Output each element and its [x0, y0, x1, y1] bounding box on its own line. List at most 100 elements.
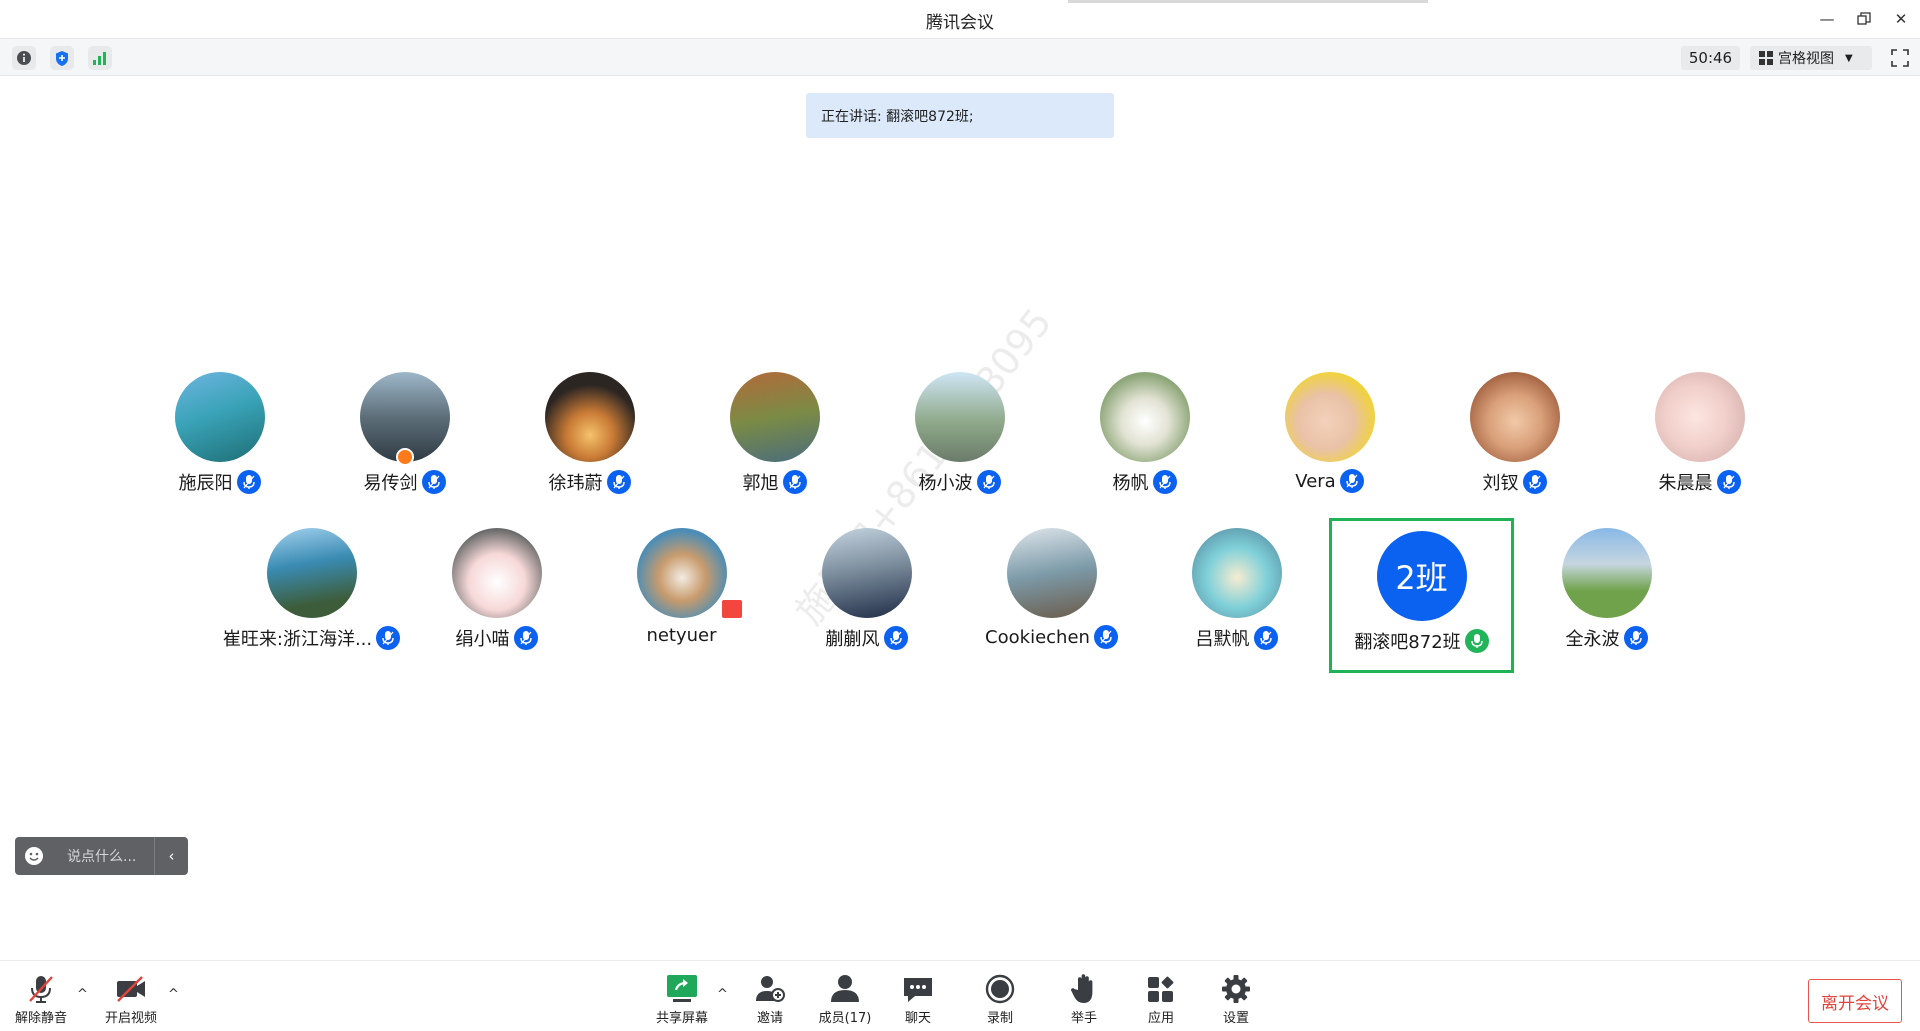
participant-tile[interactable]: 杨帆: [1052, 362, 1237, 517]
restore-icon[interactable]: [1847, 6, 1881, 32]
chevron-down-icon: ▼: [1845, 52, 1853, 64]
gear-icon: [1222, 975, 1250, 1003]
raise-hand-button[interactable]: 举手: [1044, 973, 1124, 1029]
title-bar: 腾讯会议 — ✕: [0, 0, 1920, 38]
avatar: [451, 528, 542, 618]
participant-name: 吕默帆: [1195, 629, 1250, 650]
invite-label: 邀请: [756, 1011, 783, 1026]
participant-name-row: 施辰阳: [127, 469, 312, 495]
participant-name: 崔旺来:浙江海洋...: [222, 629, 373, 650]
participant-tile[interactable]: 杨小波: [867, 362, 1052, 517]
shield-icon[interactable]: [50, 46, 74, 70]
participant-tile[interactable]: Cookiechen: [959, 518, 1144, 673]
share-screen-button[interactable]: 共享屏幕: [642, 973, 722, 1029]
unmute-button[interactable]: 解除静音: [1, 973, 81, 1029]
device-status-icon: [720, 598, 744, 620]
participant-tile[interactable]: netyuer: [589, 518, 774, 673]
collapse-chevron-icon[interactable]: ‹: [154, 837, 188, 875]
avatar: [636, 528, 727, 618]
mic-muted-icon: [782, 470, 807, 494]
bottom-control-bar: 解除静音 ^ 开启视频 ^ 共享屏幕 ^ 邀请 成员(17) 聊天 录制 举手 …: [0, 960, 1920, 1031]
settings-label: 设置: [1222, 1011, 1249, 1026]
mic-muted-icon: [421, 470, 446, 494]
signal-icon[interactable]: [88, 46, 112, 70]
participant-name: 朱晨晨: [1658, 473, 1713, 494]
participant-tile[interactable]: 蒯蒯风: [774, 518, 959, 673]
chat-placeholder[interactable]: 说点什么...: [53, 846, 154, 866]
participant-tile[interactable]: 2班 翻滚吧872班: [1329, 518, 1514, 673]
participant-tile[interactable]: 徐玮蔚: [497, 362, 682, 517]
mic-active-icon: [1464, 629, 1489, 653]
settings-button[interactable]: 设置: [1196, 973, 1276, 1029]
participant-name: 刘钗: [1482, 473, 1519, 494]
mic-muted-icon: [1093, 625, 1118, 649]
participant-name-row: 郭旭: [682, 469, 867, 495]
emoji-icon[interactable]: [15, 846, 53, 866]
leave-meeting-button[interactable]: 离开会议: [1808, 979, 1902, 1023]
avatar: [1561, 528, 1652, 618]
avatar: [1006, 528, 1097, 618]
avatar: [544, 372, 635, 462]
members-icon: [831, 975, 859, 1002]
participant-name: 绢小喵: [455, 629, 510, 650]
minimize-icon[interactable]: —: [1810, 6, 1844, 32]
participant-name-row: 蒯蒯风: [774, 625, 959, 651]
video-options-caret-icon[interactable]: ^: [168, 987, 182, 1002]
participant-name-row: 徐玮蔚: [497, 469, 682, 495]
record-icon: [985, 974, 1015, 1004]
participant-tile[interactable]: 全永波: [1514, 518, 1699, 673]
invite-icon: [756, 976, 785, 1002]
chat-input-box[interactable]: 说点什么... ‹: [15, 837, 188, 875]
chat-label: 聊天: [904, 1011, 931, 1026]
mic-muted-icon: [1623, 626, 1648, 650]
participant-tile[interactable]: Vera: [1237, 362, 1422, 517]
avatar: [174, 372, 265, 462]
record-label: 录制: [986, 1011, 1013, 1026]
record-button[interactable]: 录制: [960, 973, 1040, 1029]
participant-tile[interactable]: 绢小喵: [404, 518, 589, 673]
grid-view-icon: [1759, 51, 1773, 65]
participant-name-row: 朱晨晨: [1607, 469, 1792, 495]
mic-muted-icon: [976, 470, 1001, 494]
apps-button[interactable]: 应用: [1121, 973, 1201, 1029]
mic-muted-icon: [606, 470, 631, 494]
fullscreen-icon[interactable]: [1888, 46, 1912, 70]
meeting-toolbar: 50:46 宫格视图 ▼: [0, 38, 1920, 76]
window-title: 腾讯会议: [926, 13, 994, 33]
participant-name-row: 杨帆: [1052, 469, 1237, 495]
participant-tile[interactable]: 易传剑: [312, 362, 497, 517]
participant-name: 杨帆: [1112, 473, 1149, 494]
view-mode-dropdown[interactable]: 宫格视图 ▼: [1750, 46, 1872, 70]
participant-name-row: Cookiechen: [959, 625, 1144, 649]
participant-tile[interactable]: 郭旭: [682, 362, 867, 517]
invite-button[interactable]: 邀请: [730, 973, 810, 1029]
mic-muted-icon: [1522, 470, 1547, 494]
participant-name-row: 翻滚吧872班: [1332, 628, 1511, 654]
participant-tile[interactable]: 朱晨晨: [1607, 362, 1792, 517]
participant-tile[interactable]: 吕默帆: [1144, 518, 1329, 673]
participant-tile[interactable]: 刘钗: [1422, 362, 1607, 517]
mic-muted-icon: [1716, 470, 1741, 494]
mic-muted-icon: [513, 626, 538, 650]
participant-name: 施辰阳: [178, 473, 233, 494]
share-options-caret-icon[interactable]: ^: [717, 987, 731, 1002]
apps-icon: [1148, 976, 1174, 1002]
participant-name-row: 全永波: [1514, 625, 1699, 651]
start-video-button[interactable]: 开启视频: [91, 973, 171, 1029]
raise-hand-icon: [1071, 974, 1093, 1003]
avatar: [1099, 372, 1190, 462]
participant-tile[interactable]: 崔旺来:浙江海洋...: [219, 518, 404, 673]
close-icon[interactable]: ✕: [1884, 6, 1918, 32]
chat-button[interactable]: 聊天: [878, 973, 958, 1029]
avatar: [1654, 372, 1745, 462]
participant-name: netyuer: [646, 625, 717, 646]
meeting-timer: 50:46: [1681, 46, 1740, 70]
mic-muted-icon: [1339, 469, 1364, 493]
info-icon[interactable]: [12, 46, 36, 70]
audio-options-caret-icon[interactable]: ^: [77, 987, 91, 1002]
members-button[interactable]: 成员(17): [805, 973, 885, 1029]
mic-muted-icon: [1152, 470, 1177, 494]
camera-off-icon: [117, 976, 145, 1002]
mic-muted-icon: [883, 626, 908, 650]
participant-tile[interactable]: 施辰阳: [127, 362, 312, 517]
